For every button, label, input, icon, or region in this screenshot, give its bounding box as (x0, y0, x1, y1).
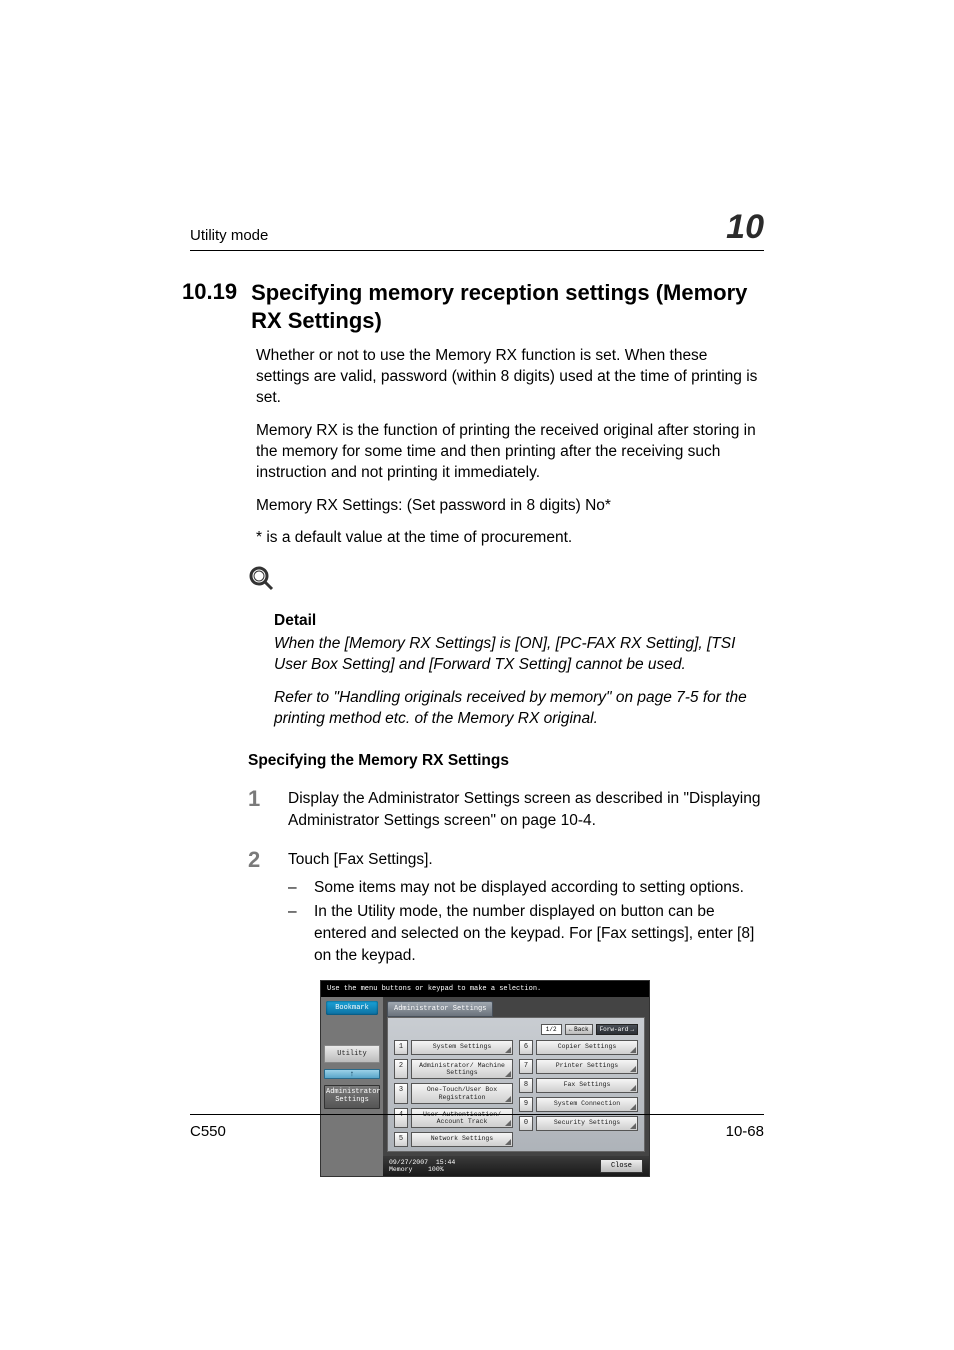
detail-text: Refer to "Handling originals received by… (274, 688, 764, 730)
back-button[interactable]: ←Back (565, 1024, 593, 1035)
chevron-up-icon: ↑ (324, 1069, 380, 1079)
menu-fax-settings[interactable]: Fax Settings (536, 1078, 638, 1093)
footer-page-number: 10-68 (726, 1123, 764, 1140)
menu-system-settings[interactable]: System Settings (411, 1040, 513, 1055)
step-text: Touch [Fax Settings]. (288, 849, 433, 871)
body-paragraph: Memory RX is the function of printing th… (256, 421, 764, 484)
section-title: Specifying memory reception settings (Me… (251, 279, 764, 334)
menu-number: 1 (394, 1040, 408, 1055)
body-paragraph: * is a default value at the time of proc… (256, 528, 764, 549)
footer-model: C550 (190, 1123, 226, 1140)
sidebar-item-admin-settings[interactable]: Administrator Settings (324, 1085, 380, 1108)
menu-onetouch-userbox[interactable]: One-Touch/User Box Registration (411, 1083, 513, 1103)
chapter-number: 10 (726, 210, 764, 244)
list-item: Some items may not be displayed accordin… (314, 877, 744, 899)
step-number: 2 (248, 849, 266, 871)
sidebar-item-label: Settings (335, 1096, 369, 1104)
device-screenshot: Use the menu buttons or keypad to make a… (320, 980, 650, 1177)
menu-copier-settings[interactable]: Copier Settings (536, 1040, 638, 1055)
sub-heading: Specifying the Memory RX Settings (248, 752, 764, 770)
arrow-right-icon: → (630, 1026, 634, 1033)
list-dash: – (288, 877, 298, 899)
breadcrumb-tab: Administrator Settings (387, 1001, 493, 1017)
forward-label: Forw-ard (600, 1026, 629, 1033)
sidebar-item-utility[interactable]: Utility (324, 1045, 380, 1063)
forward-button[interactable]: Forw-ard→ (596, 1024, 638, 1035)
list-item: In the Utility mode, the number displaye… (314, 901, 764, 966)
menu-printer-settings[interactable]: Printer Settings (536, 1059, 638, 1074)
detail-label: Detail (274, 612, 764, 630)
back-label: Back (574, 1026, 588, 1033)
menu-number: 7 (519, 1059, 533, 1074)
arrow-left-icon: ← (569, 1026, 573, 1033)
section-number: 10.19 (182, 279, 237, 334)
body-paragraph: Memory RX Settings: (Set password in 8 d… (256, 496, 764, 517)
menu-number: 2 (394, 1059, 408, 1079)
menu-number: 9 (519, 1097, 533, 1112)
device-instruction: Use the menu buttons or keypad to make a… (321, 981, 649, 997)
step-text: Display the Administrator Settings scree… (288, 788, 764, 831)
menu-admin-machine[interactable]: Administrator/ Machine Settings (411, 1059, 513, 1079)
bookmark-tab[interactable]: Bookmark (326, 1001, 378, 1015)
close-button[interactable]: Close (600, 1159, 643, 1173)
menu-number: 3 (394, 1083, 408, 1103)
menu-number: 6 (519, 1040, 533, 1055)
menu-number: 8 (519, 1078, 533, 1093)
step-number: 1 (248, 788, 266, 831)
detail-text: When the [Memory RX Settings] is [ON], [… (274, 634, 764, 676)
device-status: 09/27/2007 15:44 Memory 100% (389, 1159, 455, 1173)
device-sidebar: Bookmark Utility ↑ Administrator Setting… (321, 997, 383, 1176)
menu-system-connection[interactable]: System Connection (536, 1097, 638, 1112)
body-paragraph: Whether or not to use the Memory RX func… (256, 346, 764, 409)
running-head: Utility mode (190, 227, 268, 244)
magnifier-icon (248, 565, 764, 598)
page-indicator: 1/2 (541, 1024, 562, 1035)
list-dash: – (288, 901, 298, 966)
